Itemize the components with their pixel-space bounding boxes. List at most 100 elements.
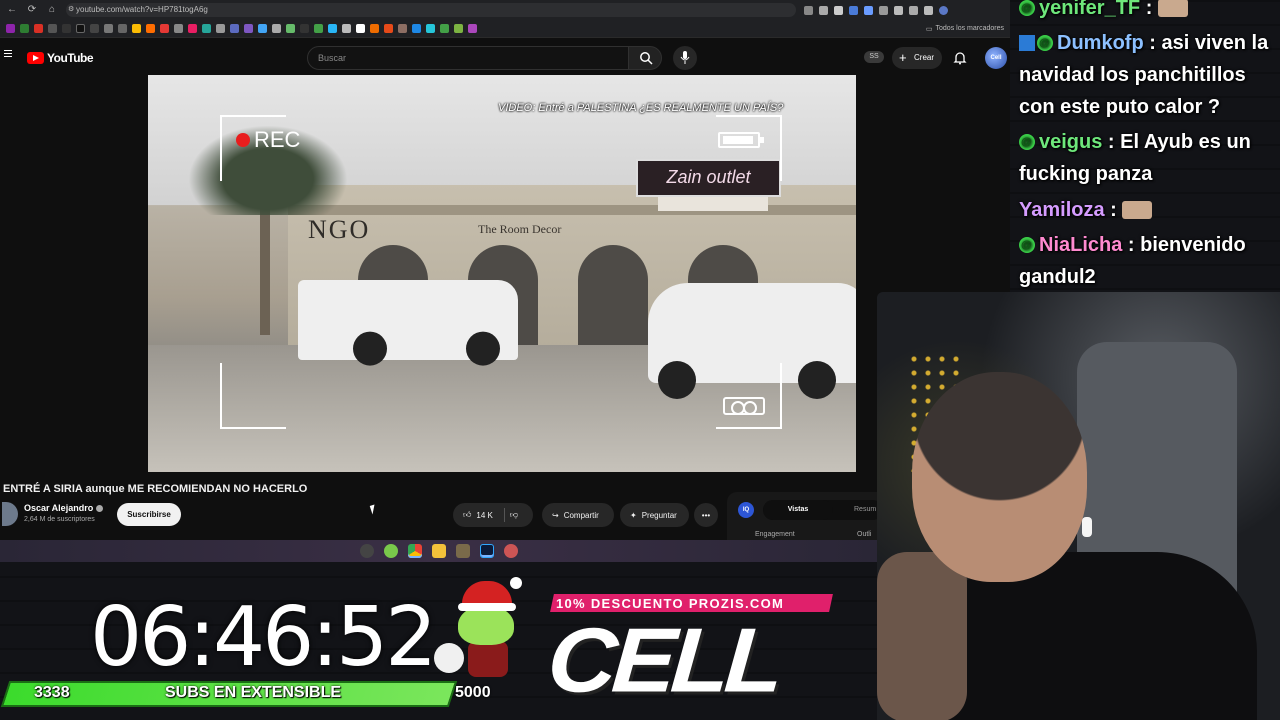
app-icon[interactable] xyxy=(384,544,398,558)
vidiq-logo-icon[interactable]: IQ xyxy=(738,502,754,518)
extension-icon[interactable] xyxy=(864,5,873,15)
bookmark-icon[interactable] xyxy=(118,24,127,33)
address-bar[interactable]: ⚙ youtube.com/watch?v=HP781togA6g xyxy=(66,3,796,17)
gmail-icon[interactable] xyxy=(34,24,43,33)
stream-layout: ← ⟳ ⌂ ⚙ youtube.com/watch?v=HP781togA6g xyxy=(0,0,1280,720)
youtube-logo[interactable]: YouTube xyxy=(27,51,94,65)
extensions-puzzle-icon[interactable] xyxy=(894,5,903,15)
subscribe-button[interactable]: Suscribirse xyxy=(117,503,181,526)
home-icon[interactable]: ⌂ xyxy=(46,4,58,16)
bookmark-icon[interactable] xyxy=(258,24,267,33)
tab-vistas[interactable]: Vistas xyxy=(763,500,833,520)
brand-logo: CELL xyxy=(544,609,783,712)
plus-icon: + xyxy=(899,50,907,65)
chat-username[interactable]: veigus xyxy=(1039,131,1102,153)
bookmark-icon[interactable] xyxy=(384,24,393,33)
tab-resumen[interactable]: Resum xyxy=(854,506,876,513)
app-icon[interactable] xyxy=(456,544,470,558)
chrome-icon[interactable] xyxy=(408,544,422,558)
bookmark-icon[interactable] xyxy=(104,24,113,33)
bookmark-icon[interactable] xyxy=(174,24,183,33)
sparkle-icon: ✦ xyxy=(630,510,637,520)
chat-username[interactable]: NiaLicha xyxy=(1039,234,1122,256)
search-input[interactable]: Buscar xyxy=(307,46,629,70)
tiktok-icon[interactable] xyxy=(76,24,85,33)
stream-chat: yenifer_TF : Dumkofp : asi viven la navi… xyxy=(1012,0,1280,292)
bookmark-icon[interactable] xyxy=(342,24,351,33)
channel-name[interactable]: Oscar Alejandro xyxy=(24,503,104,513)
bookmark-icon[interactable] xyxy=(160,24,169,33)
all-bookmarks[interactable]: ▭ Todos los marcadores xyxy=(926,25,1004,33)
bookmark-icon[interactable] xyxy=(328,24,337,33)
more-actions-button[interactable]: ••• xyxy=(694,503,718,527)
engagement-label: Engagement xyxy=(755,531,795,538)
zoom-icon[interactable] xyxy=(804,5,813,15)
bookmark-icon[interactable] xyxy=(146,24,155,33)
browser-window: ← ⟳ ⌂ ⚙ youtube.com/watch?v=HP781togA6g xyxy=(0,0,1010,562)
bookmark-icon[interactable] xyxy=(412,24,421,33)
video-player[interactable]: NGO The Room Decor Zain outlet REC VIDEO… xyxy=(148,75,856,472)
profile-icon[interactable] xyxy=(939,5,948,15)
bookmark-icon[interactable] xyxy=(202,24,211,33)
bookmark-icon[interactable] xyxy=(440,24,449,33)
video-shop-subtitle: The Room Decor xyxy=(478,222,562,236)
star-icon[interactable] xyxy=(834,5,843,15)
start-icon[interactable] xyxy=(360,544,374,558)
ask-button[interactable]: ✦ Preguntar xyxy=(620,503,689,527)
bookmark-icon[interactable] xyxy=(398,24,407,33)
bookmark-icon[interactable] xyxy=(356,24,365,33)
channel-avatar[interactable] xyxy=(2,502,18,526)
bookmark-icon[interactable] xyxy=(216,24,225,33)
bookmark-icon[interactable] xyxy=(6,24,15,33)
bookmark-icon[interactable] xyxy=(48,24,57,33)
bookmark-icon[interactable] xyxy=(244,24,253,33)
battery-icon xyxy=(718,132,764,148)
bookmark-icon[interactable] xyxy=(370,24,379,33)
bookmark-icon[interactable] xyxy=(300,24,309,33)
hamburger-menu-icon[interactable] xyxy=(4,50,12,58)
sub-badge-icon xyxy=(1037,27,1053,59)
create-button[interactable]: + Crear xyxy=(892,47,942,69)
site-info-icon[interactable]: ⚙ xyxy=(68,3,74,17)
back-icon[interactable]: ← xyxy=(6,4,18,16)
christmas-mascot-icon xyxy=(432,577,528,681)
verified-icon xyxy=(96,505,104,513)
extension-icon[interactable] xyxy=(879,5,888,15)
search-button[interactable] xyxy=(628,46,662,70)
notifications-bell-icon[interactable] xyxy=(953,51,967,65)
voice-search-button[interactable] xyxy=(673,46,697,70)
thumbs-up-icon[interactable]: 👍︎ xyxy=(463,510,471,520)
bookmark-icon[interactable] xyxy=(454,24,463,33)
chat-username[interactable]: yenifer_TF xyxy=(1039,0,1140,19)
reload-icon[interactable]: ⟳ xyxy=(26,4,38,16)
file-explorer-icon[interactable] xyxy=(432,544,446,558)
subs-count: 3338 xyxy=(34,684,70,701)
cast-icon[interactable] xyxy=(819,5,828,15)
bookmark-icon[interactable] xyxy=(20,24,29,33)
chat-username[interactable]: Dumkofp xyxy=(1057,32,1144,54)
like-count[interactable]: 14 K xyxy=(476,511,492,520)
thumbs-down-icon[interactable]: 👎︎ xyxy=(510,510,518,520)
app-icon[interactable] xyxy=(504,544,518,558)
extension-icon[interactable] xyxy=(849,5,858,15)
ss-badge[interactable]: SS xyxy=(864,51,884,63)
bookmark-icon[interactable] xyxy=(188,24,197,33)
x-icon[interactable] xyxy=(62,24,71,33)
photoshop-icon[interactable] xyxy=(480,544,494,558)
share-button[interactable]: ↪ Compartir xyxy=(542,503,614,527)
download-icon[interactable] xyxy=(909,5,918,15)
bookmark-icon[interactable] xyxy=(230,24,239,33)
sidepanel-icon[interactable] xyxy=(924,5,933,15)
create-label: Crear xyxy=(914,53,935,62)
video-arabic-sign xyxy=(658,197,768,211)
chat-username[interactable]: Yamiloza xyxy=(1019,199,1105,221)
bookmark-icon[interactable] xyxy=(272,24,281,33)
bookmark-icon[interactable] xyxy=(132,24,141,33)
bookmark-icon[interactable] xyxy=(314,24,323,33)
bookmark-icon[interactable] xyxy=(90,24,99,33)
bookmark-icon[interactable] xyxy=(426,24,435,33)
bookmark-icon[interactable] xyxy=(468,24,477,33)
chat-message: Yamiloza : xyxy=(1019,194,1280,226)
bookmark-icon[interactable] xyxy=(286,24,295,33)
account-avatar[interactable]: Cell xyxy=(985,47,1007,69)
